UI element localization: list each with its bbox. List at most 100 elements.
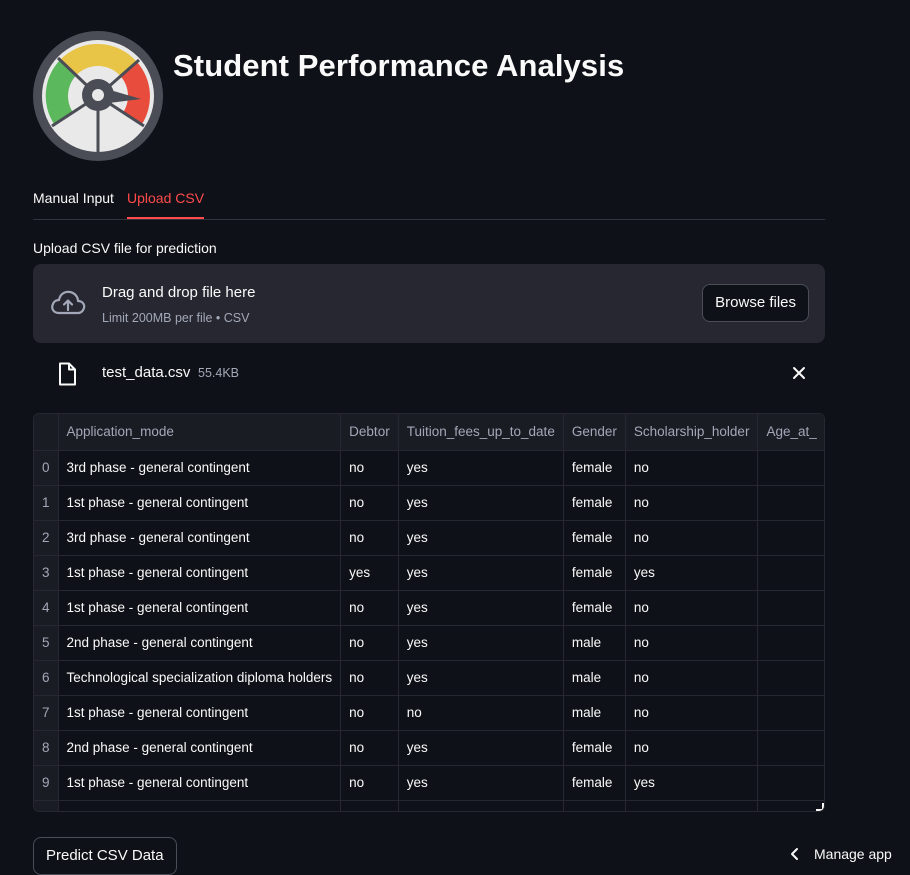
table-cell[interactable]: 1st phase - general contingent [58, 485, 342, 521]
row-index[interactable] [34, 800, 59, 811]
row-index[interactable]: 9 [34, 765, 59, 801]
speedometer-gauge-icon [33, 31, 163, 161]
table-cell[interactable] [757, 765, 824, 801]
table-cell[interactable]: no [625, 625, 759, 661]
table-cell[interactable] [563, 800, 626, 811]
manage-app-button[interactable]: Manage app [788, 846, 892, 868]
table-cell[interactable]: no [340, 765, 399, 801]
table-cell[interactable]: female [563, 520, 626, 556]
row-index[interactable]: 2 [34, 520, 59, 556]
table-cell[interactable]: no [340, 625, 399, 661]
table-cell[interactable]: yes [398, 555, 564, 591]
column-header[interactable]: Application_mode [58, 414, 342, 451]
table-cell[interactable] [625, 800, 759, 811]
predict-csv-button[interactable]: Predict CSV Data [33, 837, 177, 875]
table-cell[interactable]: yes [398, 485, 564, 521]
table-cell[interactable] [757, 730, 824, 766]
table-cell[interactable]: no [340, 730, 399, 766]
table-cell[interactable]: yes [398, 590, 564, 626]
row-index[interactable]: 0 [34, 450, 59, 486]
table-cell[interactable]: no [340, 450, 399, 486]
table-cell[interactable]: Technological specialization diploma hol… [58, 660, 342, 696]
row-index[interactable]: 5 [34, 625, 59, 661]
tab-upload-csv[interactable]: Upload CSV [127, 182, 205, 219]
table-cell[interactable] [757, 660, 824, 696]
table-cell[interactable]: 2nd phase - general contingent [58, 625, 342, 661]
browse-files-button[interactable]: Browse files [702, 284, 809, 322]
table-cell[interactable]: female [563, 590, 626, 626]
table-row: 4 1st phase - general contingent no yes fema… [34, 590, 824, 626]
table-cell[interactable]: 3rd phase - general contingent [58, 520, 342, 556]
table-cell[interactable]: no [340, 520, 399, 556]
table-cell[interactable] [58, 800, 342, 811]
table-cell[interactable]: no [625, 520, 759, 556]
column-header[interactable]: Tuition_fees_up_to_date [398, 414, 564, 451]
table-cell[interactable]: yes [398, 520, 564, 556]
table-cell[interactable]: no [340, 695, 399, 731]
manage-app-label: Manage app [814, 846, 892, 862]
table-cell[interactable] [757, 485, 824, 521]
table-cell[interactable]: 1st phase - general contingent [58, 555, 342, 591]
file-dropzone[interactable]: Drag and drop file here Limit 200MB per … [33, 264, 825, 343]
tab-manual-input[interactable]: Manual Input [33, 182, 114, 218]
table-cell[interactable] [757, 695, 824, 731]
table-cell[interactable]: yes [398, 660, 564, 696]
dropzone-instructions: Drag and drop file here [102, 284, 256, 301]
table-cell[interactable]: no [340, 660, 399, 696]
table-cell[interactable]: no [625, 450, 759, 486]
column-header[interactable]: Gender [563, 414, 626, 451]
table-cell[interactable]: 1st phase - general contingent [58, 590, 342, 626]
row-index[interactable]: 6 [34, 660, 59, 696]
table-cell[interactable]: no [625, 695, 759, 731]
table-cell[interactable] [757, 520, 824, 556]
table-row: 3 1st phase - general contingent yes yes fem… [34, 555, 824, 591]
table-cell[interactable]: no [625, 660, 759, 696]
row-index[interactable]: 8 [34, 730, 59, 766]
table-row: 5 2nd phase - general contingent no yes male… [34, 625, 824, 661]
column-header-index[interactable] [34, 414, 59, 451]
table-cell[interactable]: male [563, 695, 626, 731]
table-cell[interactable] [757, 590, 824, 626]
table-cell[interactable] [340, 800, 399, 811]
close-icon[interactable] [790, 364, 808, 382]
table-cell[interactable] [757, 450, 824, 486]
column-header[interactable]: Age_at_ [757, 414, 824, 451]
row-index[interactable]: 3 [34, 555, 59, 591]
table-cell[interactable]: female [563, 485, 626, 521]
table-cell[interactable]: yes [625, 765, 759, 801]
table-cell[interactable]: no [625, 590, 759, 626]
row-index[interactable]: 4 [34, 590, 59, 626]
table-cell[interactable]: yes [625, 555, 759, 591]
table-cell[interactable]: male [563, 660, 626, 696]
table-cell[interactable]: no [625, 485, 759, 521]
table-cell[interactable] [757, 800, 824, 811]
table-cell[interactable]: 1st phase - general contingent [58, 695, 342, 731]
table-cell[interactable]: male [563, 625, 626, 661]
tab-bar: Manual Input Upload CSV [33, 182, 825, 220]
table-cell[interactable]: yes [340, 555, 399, 591]
table-cell[interactable]: yes [398, 765, 564, 801]
table-cell[interactable]: yes [398, 730, 564, 766]
table-cell[interactable]: 1st phase - general contingent [58, 765, 342, 801]
data-table[interactable]: Application_mode Debtor Tuition_fees_up_to… [33, 413, 825, 812]
table-cell[interactable] [757, 555, 824, 591]
table-cell[interactable]: 3rd phase - general contingent [58, 450, 342, 486]
table-cell[interactable]: no [340, 485, 399, 521]
table-cell[interactable]: female [563, 765, 626, 801]
table-cell[interactable] [757, 625, 824, 661]
table-cell[interactable]: no [625, 730, 759, 766]
table-cell[interactable]: female [563, 555, 626, 591]
table-cell[interactable]: yes [398, 625, 564, 661]
table-cell[interactable]: yes [398, 450, 564, 486]
row-index[interactable]: 7 [34, 695, 59, 731]
row-index[interactable]: 1 [34, 485, 59, 521]
table-cell[interactable]: no [340, 590, 399, 626]
table-cell[interactable]: 2nd phase - general contingent [58, 730, 342, 766]
column-header[interactable]: Debtor [340, 414, 399, 451]
table-cell[interactable] [398, 800, 564, 811]
resize-handle[interactable] [816, 803, 824, 811]
table-cell[interactable]: no [398, 695, 564, 731]
table-cell[interactable]: female [563, 450, 626, 486]
column-header[interactable]: Scholarship_holder [625, 414, 759, 451]
table-cell[interactable]: female [563, 730, 626, 766]
